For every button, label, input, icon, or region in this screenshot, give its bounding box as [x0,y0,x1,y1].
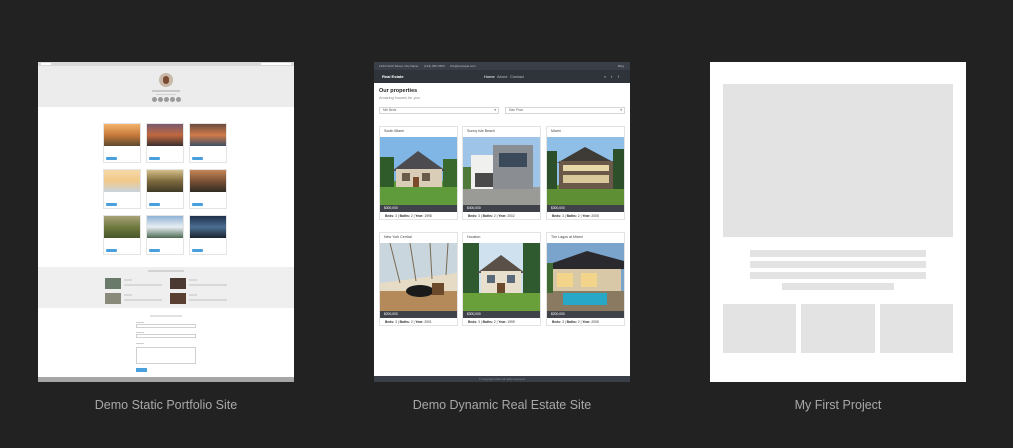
property-photo [380,243,457,311]
property-city: New York Central [384,235,412,239]
beds-filter: Min Beds ▾ [379,107,499,114]
property-card: New York Central $200,000 Beds: 3 | Bath… [379,232,458,326]
send-button [136,368,147,372]
page-subtitle: Amazing houses for you [379,96,420,100]
team-photo [170,278,186,289]
property-price: $400,000 [463,205,540,212]
property-photo [380,137,457,205]
project-card-blank[interactable] [710,62,966,382]
team-photo [105,293,121,304]
twitter-icon: t [611,74,613,79]
portfolio-hero [38,66,294,107]
property-city: Houston [467,235,481,239]
property-photo [547,243,624,311]
property-price: $300,000 [380,205,457,212]
gallery-tile [189,123,227,163]
property-price: $300,000 [547,205,624,212]
property-specs: Beds: 3 | Baths: 2 | Year: 1998 [385,214,432,218]
phone-text: (123) 456-7890 [424,64,445,68]
real-estate-footer: © Copyright 2019. All rights reserved. [374,376,630,382]
placeholder-line [750,261,926,268]
gallery-tile [103,123,141,163]
chevron-down-icon: ▾ [620,108,622,112]
chevron-down-icon: ▾ [494,108,496,112]
property-card: South Miami $300,000 Beds: 3 | Baths: 2 … [379,126,458,220]
real-estate-topbar: 1234 North Street, City Name (123) 456-7… [374,62,630,70]
property-specs: Beds: 3 | Baths: 2 | Year: 1999 [468,320,515,324]
project-caption[interactable]: Demo Static Portfolio Site [38,398,294,412]
property-photo [463,243,540,311]
property-photo [463,137,540,205]
property-city: South Miami [384,129,404,133]
email-field [136,334,196,338]
property-city: Miami [551,129,561,133]
property-price: $300,000 [463,311,540,318]
nav-link-home: Home [484,74,495,79]
gallery-tile [189,215,227,255]
placeholder-line [750,250,926,257]
gallery-tile [146,215,184,255]
property-specs: Beds: 3 | Baths: 2 | Year: 2005 [552,320,599,324]
team-photo [105,278,121,289]
placeholder-box [801,304,875,353]
real-estate-navbar: Real Estate Home About Contact ⌕ t f [374,70,630,83]
placeholder-hero [723,84,953,237]
placeholder-box [723,304,796,353]
project-card-portfolio[interactable] [38,62,294,382]
brand-logo: Real Estate [382,74,404,79]
nav-link-contact: Contact [510,74,524,79]
search-icon: ⌕ [604,74,607,79]
message-field [136,347,196,364]
property-city: The Lagos at Miami [551,235,583,239]
placeholder-line [782,283,894,290]
address-text: 1234 North Street, City Name [379,64,419,68]
gallery-tile [189,169,227,209]
property-specs: Beds: 3 | Baths: 2 | Year: 2001 [385,320,432,324]
property-card: Sunny Isle Beach $400,000 Beds: 3 | Bath… [462,126,541,220]
team-section [38,267,294,308]
name-field [136,324,196,328]
email-text: info@example.com [450,64,476,68]
property-card: Houston $300,000 Beds: 3 | Baths: 2 | Ye… [462,232,541,326]
page-title: Our properties [379,88,418,94]
contact-title [150,315,182,317]
property-photo [547,137,624,205]
project-caption[interactable]: My First Project [710,398,966,412]
facebook-icon: f [618,74,620,79]
property-specs: Beds: 3 | Baths: 2 | Year: 2002 [468,214,515,218]
gallery-tile [103,215,141,255]
placeholder-line [750,272,926,279]
placeholder-box [880,304,953,353]
project-card-real-estate[interactable]: 1234 North Street, City Name (123) 456-7… [374,62,630,382]
gallery-tile [146,123,184,163]
gallery-tile [103,169,141,209]
blog-link: Blog [618,64,625,68]
property-card: Miami $300,000 Beds: 3 | Baths: 2 | Year… [546,126,625,220]
property-price: $200,000 [547,311,624,318]
social-icons [152,97,181,102]
price-filter: Max Price ▾ [505,107,625,114]
property-card: The Lagos at Miami $200,000 Beds: 3 | Ba… [546,232,625,326]
portfolio-footer [38,377,294,382]
gallery-tile [146,169,184,209]
project-caption[interactable]: Demo Dynamic Real Estate Site [374,398,630,412]
property-city: Sunny Isle Beach [467,129,495,133]
property-specs: Beds: 3 | Baths: 2 | Year: 2005 [552,214,599,218]
property-price: $200,000 [380,311,457,318]
nav-link-about: About [497,74,508,79]
avatar [159,73,173,87]
team-photo [170,293,186,304]
